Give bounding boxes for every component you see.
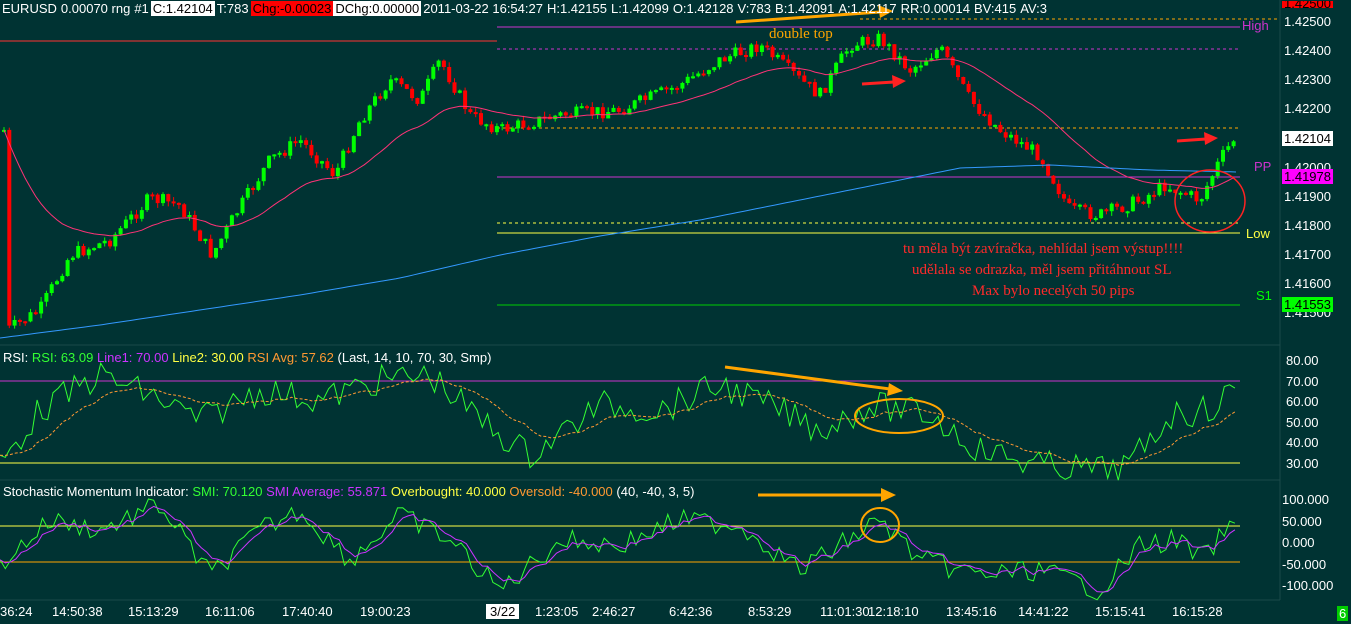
annotation-note-line1: tu měla být zavíračka, nehlídal jsem výs… (903, 241, 1184, 257)
price-axis-tick: 1.41600 (1284, 275, 1331, 291)
datetime: 2011-03-22 16:54:27 (423, 1, 543, 16)
high-label: High (1242, 18, 1269, 33)
price-axis-tick: 1.41800 (1284, 217, 1331, 233)
rsi-params: (Last, 14, 10, 70, 30, Smp) (337, 350, 492, 365)
time-axis-tick: 16:11:06 (205, 604, 255, 619)
ask-volume: AV:3 (1020, 1, 1047, 16)
time-axis-tick: 15:15:41 (1095, 604, 1146, 619)
rr: RR:0.00014 (900, 1, 971, 16)
time-axis-tick: 1:23:05 (535, 604, 579, 619)
time-axis-tick: 17:40:40 (282, 604, 333, 619)
chart-header: EURUSD 0.00070 rng #1 C:1.42104 T:783 Chg:-0.… (0, 0, 1351, 17)
time-axis-tick: 12:18:10 (868, 604, 919, 619)
close-price: C:1.42104 (150, 1, 215, 16)
smi-title: Stochastic Momentum Indicator: (3, 484, 189, 499)
time-axis-tick: 13:45:16 (946, 604, 997, 619)
price-axis-tick: 1.41700 (1284, 246, 1331, 262)
time-axis-tick: 15:13:29 (128, 604, 179, 619)
range: 0.00070 rng (60, 1, 131, 16)
smi-axis-tick: -100.000 (1282, 578, 1334, 593)
annotation-note-line2: udělala se odrazka, měl jsem přitáhnout … (912, 262, 1172, 278)
time-axis-tick: 11:01:30 (820, 604, 870, 619)
smi-params: (40, -40, 3, 5) (616, 484, 695, 499)
chart-canvas[interactable] (0, 0, 1351, 624)
smi-overbought: Overbought: 40.000 (390, 484, 506, 499)
rsi-axis-tick: 80.00 (1286, 353, 1319, 368)
bid-volume: BV:415 (974, 1, 1017, 16)
pp-label: PP (1254, 159, 1272, 174)
top-price-tag: 1.42500 (1282, 1, 1333, 8)
price-axis-tick: 1.42500 (1284, 14, 1331, 29)
price-axis-tick: 1.42300 (1284, 72, 1331, 88)
time-axis-tick: 14:41:22 (1018, 604, 1069, 619)
ask: A:1.42117 (838, 1, 897, 16)
last-price-tag: 1.42104 (1282, 131, 1333, 146)
low-price: L:1.42099 (610, 1, 669, 16)
double-top-label: double top (769, 26, 833, 42)
time-axis-tick: 2:46:27 (592, 604, 636, 619)
rsi-line2: Line2: 30.00 (172, 350, 244, 365)
time-axis-tick: 14:50:38 (52, 604, 103, 619)
smi-average: SMI Average: 55.871 (266, 484, 388, 499)
price-axis-tick: 1.41900 (1284, 188, 1331, 204)
volume: V:783 (737, 1, 772, 16)
smi-axis-tick: 100.000 (1282, 492, 1329, 507)
rsi-value: RSI: 63.09 (31, 350, 94, 365)
time-axis-tick: 8:53:29 (748, 604, 792, 619)
rsi-axis-tick: 60.00 (1286, 394, 1319, 409)
s1-label: S1 (1256, 288, 1272, 303)
corner-badge: 6 (1337, 606, 1349, 621)
time-axis-tick: 19:00:23 (360, 604, 411, 619)
smi-legend: Stochastic Momentum Indicator: SMI: 70.1… (3, 484, 694, 499)
low-label: Low (1246, 226, 1270, 241)
rsi-axis-tick: 40.00 (1286, 435, 1319, 450)
smi-axis-tick: 50.000 (1282, 513, 1322, 529)
time-axis-tick: 16:15:28 (1172, 604, 1223, 619)
time-axis-tick: 36:24 (0, 604, 33, 619)
pp-price-tag: 1.41978 (1282, 169, 1333, 184)
smi-axis-tick: 0.000 (1282, 535, 1315, 550)
rsi-axis-tick: 50.00 (1286, 414, 1319, 430)
time-axis-tick: 6:42:36 (669, 604, 713, 619)
tick-count: T:783 (216, 1, 249, 16)
rsi-line1: Line1: 70.00 (96, 350, 169, 365)
instance: #1 (134, 1, 149, 16)
symbol[interactable]: EURUSD (0, 1, 59, 16)
change-badge: Chg:-0.00023 (250, 1, 334, 16)
smi-axis-tick: -50.000 (1282, 556, 1327, 572)
smi-value: SMI: 70.120 (192, 484, 263, 499)
daily-change: DChg:0.00000 (333, 1, 422, 16)
s1-price-tag: 1.41553 (1282, 297, 1333, 312)
open-price: O:1.42128 (672, 1, 734, 16)
bid: B:1.42091 (775, 1, 835, 16)
smi-oversold: Oversold: -40.000 (509, 484, 613, 499)
time-axis-tick: 3/22 (486, 604, 520, 619)
rsi-legend: RSI: RSI: 63.09 Line1: 70.00 Line2: 30.0… (3, 350, 491, 365)
rsi-axis-tick: 30.00 (1286, 455, 1319, 471)
rsi-axis-tick: 70.00 (1286, 373, 1319, 389)
price-axis-tick: 1.42200 (1284, 101, 1331, 117)
price-axis-tick: 1.42400 (1284, 43, 1331, 59)
high-price: H:1.42155 (546, 1, 607, 16)
rsi-avg: RSI Avg: 57.62 (247, 350, 334, 365)
annotation-note-line3: Max bylo necelých 50 pips (972, 283, 1135, 299)
rsi-title: RSI: (3, 350, 29, 365)
